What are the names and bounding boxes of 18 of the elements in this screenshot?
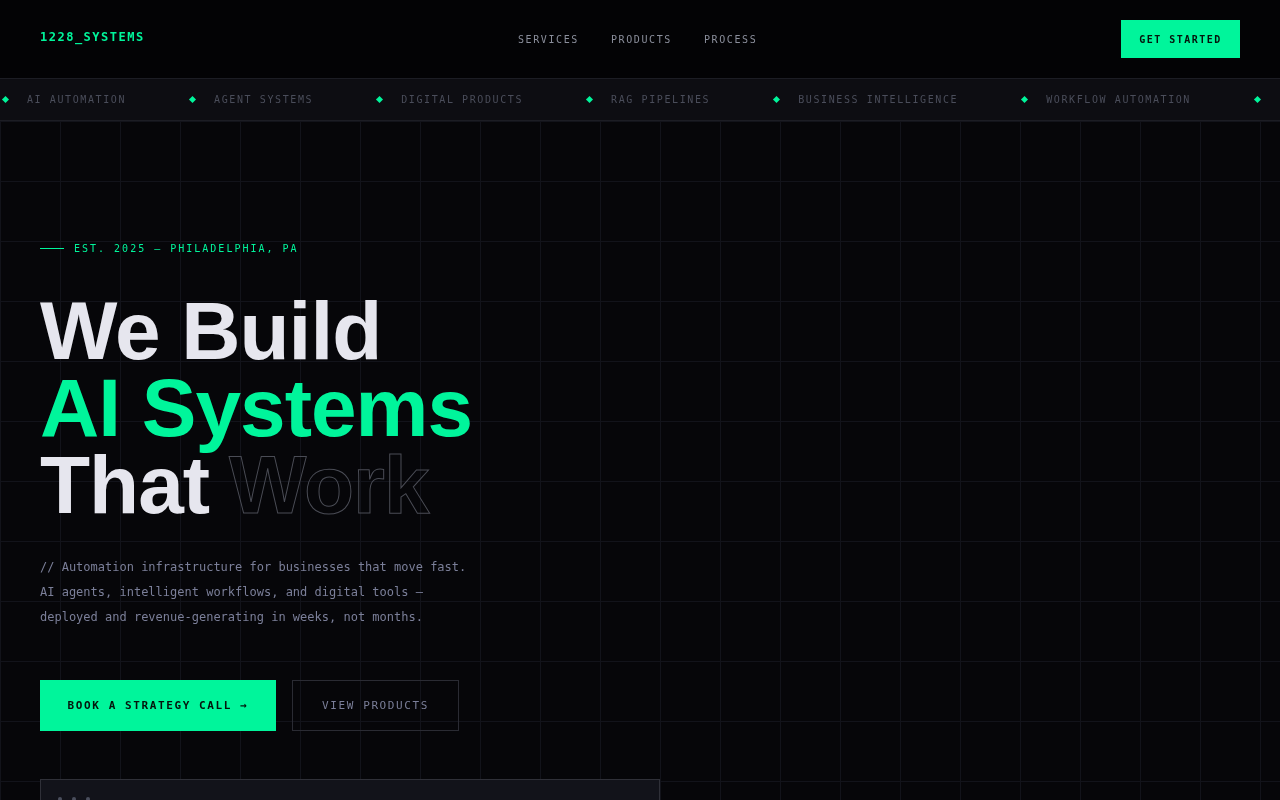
ticker-item: RAG PIPELINES <box>611 94 711 105</box>
ticker-item: DIGITAL PRODUCTS <box>401 94 524 105</box>
eyebrow-text: EST. 2025 — PHILADELPHIA, PA <box>74 243 299 254</box>
description: // Automation infrastructure for businesses that move fast. AI agents, intelligent workflows, and digital tools — deployed and revenue-generating in weeks, not months. <box>40 559 468 626</box>
ticker-item: WORKFLOW AUTOMATION <box>1046 94 1191 105</box>
strategy-call-button[interactable]: BOOK A STRATEGY CALL → <box>40 680 276 731</box>
ticker-item: BUSINESS INTELLIGENCE <box>798 94 959 105</box>
ticker-item: AGENT SYSTEMS <box>214 94 314 105</box>
get-started-button[interactable]: GET STARTED <box>1121 20 1240 58</box>
headline-text: Work <box>229 438 429 532</box>
logo[interactable]: 1228_SYSTEMS <box>40 29 145 44</box>
accent-line <box>40 248 64 249</box>
nav-link[interactable]: SERVICES <box>518 34 579 45</box>
nav-link[interactable]: PRODUCTS <box>610 34 672 45</box>
view-products-button[interactable]: VIEW PRODUCTS <box>292 680 459 731</box>
nav-link[interactable]: PROCESS <box>703 34 758 45</box>
ticker-item: AI AUTOMATION <box>27 94 127 105</box>
headline-text: We Build <box>40 283 382 378</box>
